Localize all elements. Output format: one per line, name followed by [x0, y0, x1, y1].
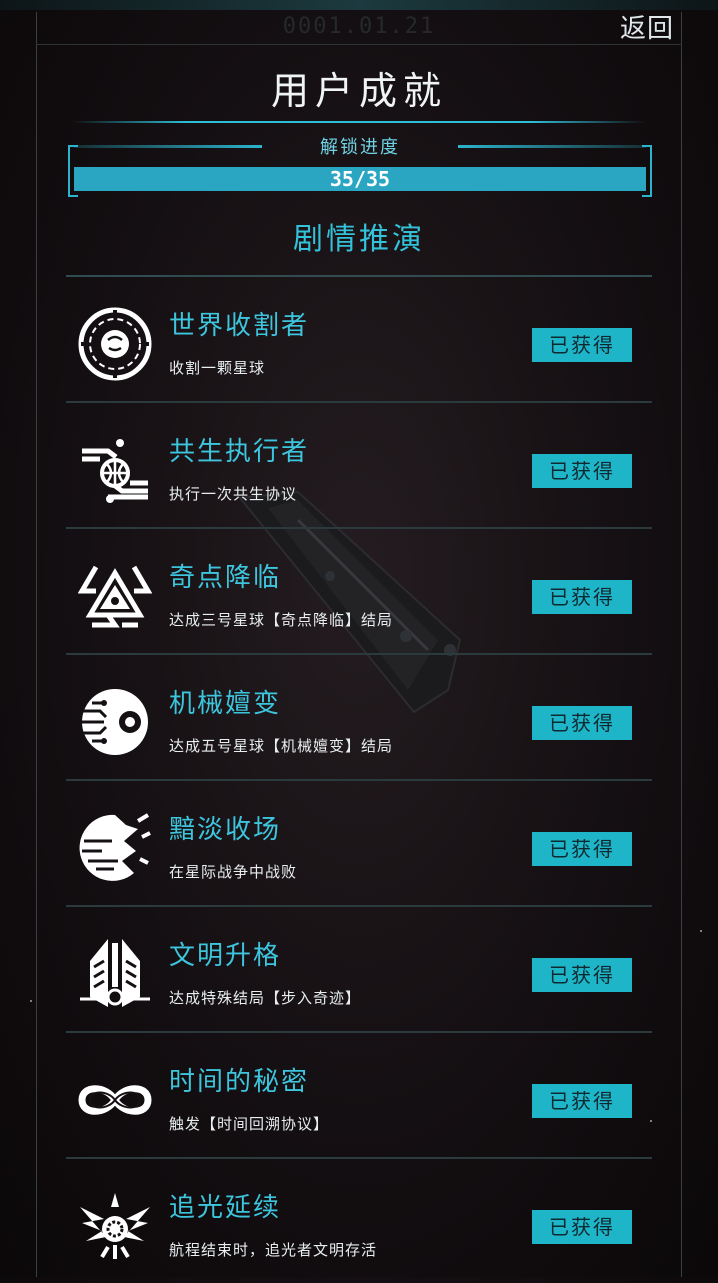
achievement-name: 时间的秘密 [169, 1067, 310, 1097]
achievement-item[interactable]: 世界收割者 收割一颗星球 已获得 [66, 275, 652, 401]
winged-sun-icon [78, 1189, 152, 1263]
achievement-list: 世界收割者 收割一颗星球 已获得 共生执行者 执行一次共生协议 已获得 奇点降临… [66, 275, 652, 1283]
frame-right-line [681, 12, 682, 1277]
achievement-item[interactable]: 追光延续 航程结束时，追光者文明存活 已获得 [66, 1157, 652, 1283]
frame-left-line [36, 12, 37, 1277]
progress-label: 解锁进度 [320, 137, 400, 158]
achievement-status-badge: 已获得 [532, 1210, 632, 1244]
page-title: 用户成就 [270, 69, 447, 113]
game-clock: 0001.01.21 [282, 14, 436, 39]
achievement-status-badge: 已获得 [532, 328, 632, 362]
shattered-planet-icon [78, 811, 152, 885]
back-button[interactable]: 返回 [620, 8, 674, 45]
achievement-item[interactable]: 共生执行者 执行一次共生协议 已获得 [66, 401, 652, 527]
achievement-name: 奇点降临 [169, 563, 282, 593]
star [30, 1000, 32, 1002]
infinity-icon [78, 1063, 152, 1137]
achievement-desc: 航程结束时，追光者文明存活 [169, 1241, 378, 1259]
achievement-desc: 达成特殊结局【步入奇迹】 [169, 989, 362, 1007]
achievement-status-badge: 已获得 [532, 580, 632, 614]
achievement-desc: 执行一次共生协议 [169, 485, 298, 503]
achievement-desc: 收割一颗星球 [169, 359, 266, 377]
achievement-name: 黯淡收场 [169, 815, 282, 845]
triangle-eye-icon [78, 559, 152, 633]
achievement-desc: 达成三号星球【奇点降临】结局 [169, 611, 394, 629]
achievement-desc: 触发【时间回溯协议】 [169, 1115, 330, 1133]
achievement-desc: 达成五号星球【机械嬗变】结局 [169, 737, 394, 755]
achievement-name: 世界收割者 [169, 311, 310, 341]
achievement-item[interactable]: 文明升格 达成特殊结局【步入奇迹】 已获得 [66, 905, 652, 1031]
achievement-item[interactable]: 机械嬗变 达成五号星球【机械嬗变】结局 已获得 [66, 653, 652, 779]
achievement-status-badge: 已获得 [532, 454, 632, 488]
circuit-eye-icon [78, 685, 152, 759]
achievement-name: 共生执行者 [169, 437, 310, 467]
unlock-progress: 解锁进度 35/35 [68, 133, 652, 197]
progress-count: 35/35 [329, 167, 391, 191]
achievement-status-badge: 已获得 [532, 958, 632, 992]
achievement-name: 机械嬗变 [169, 689, 282, 719]
achievement-item[interactable]: 时间的秘密 触发【时间回溯协议】 已获得 [66, 1031, 652, 1157]
hands-globe-icon [78, 433, 152, 507]
achievement-status-badge: 已获得 [532, 706, 632, 740]
section-title: 剧情推演 [293, 222, 425, 257]
achievement-name: 追光延续 [169, 1193, 282, 1223]
star [700, 930, 702, 932]
achievement-desc: 在星际战争中战败 [169, 863, 298, 881]
achievement-status-badge: 已获得 [532, 1084, 632, 1118]
achievement-status-badge: 已获得 [532, 832, 632, 866]
achievement-item[interactable]: 黯淡收场 在星际战争中战败 已获得 [66, 779, 652, 905]
winged-emblem-icon [78, 937, 152, 1011]
achievement-name: 文明升格 [169, 941, 282, 971]
planet-harvest-icon [78, 307, 152, 381]
achievement-item[interactable]: 奇点降临 达成三号星球【奇点降临】结局 已获得 [66, 527, 652, 653]
title-divider [72, 121, 646, 123]
